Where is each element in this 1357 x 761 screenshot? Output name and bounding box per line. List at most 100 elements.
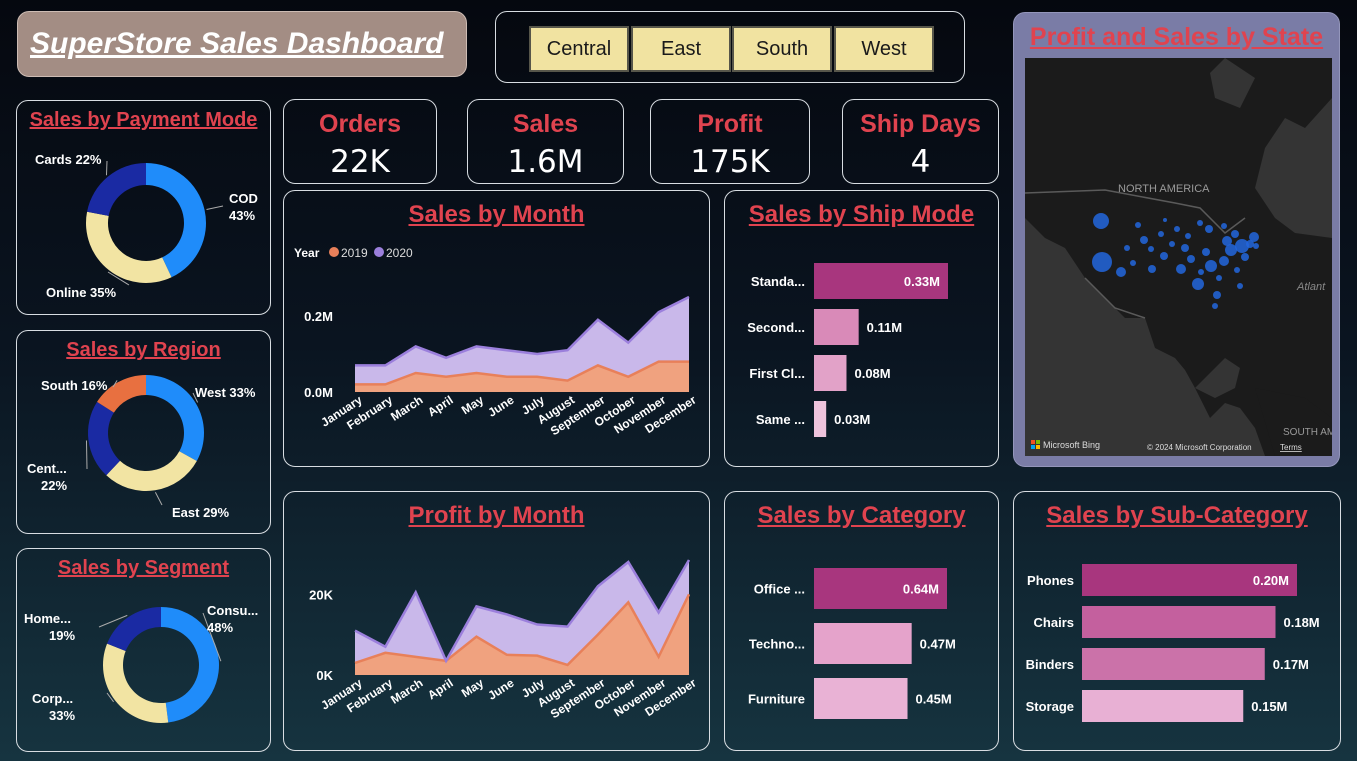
state-bubble[interactable] (1192, 278, 1204, 290)
state-bubble[interactable] (1221, 223, 1227, 229)
subcategory-panel[interactable]: Sales by Sub-Category Phones 0.20M Chairs 0… (1013, 491, 1341, 751)
state-bubble[interactable] (1169, 241, 1175, 247)
x-tick-label: May (459, 393, 486, 418)
x-tick-label: June (485, 393, 516, 420)
slicer-east-button[interactable]: East (631, 26, 731, 72)
sales-by-month-panel[interactable]: Sales by Month 0.0M 0.2M January February Ma… (283, 190, 710, 467)
state-bubble[interactable] (1176, 264, 1186, 274)
region-donut-chart[interactable]: West 33% East 29% Cent... 22% South 16% (17, 331, 272, 535)
state-bubble[interactable] (1231, 230, 1239, 238)
state-bubble[interactable] (1253, 243, 1259, 249)
legend-marker (329, 247, 339, 257)
legend-label[interactable]: 2020 (386, 246, 413, 260)
segment-panel[interactable]: Sales by Segment Consu... 48% Corp... 33% Ho… (16, 548, 271, 752)
state-bubble[interactable] (1092, 252, 1112, 272)
bar[interactable] (814, 623, 912, 664)
map-label-north-america: NORTH AMERICA (1118, 183, 1210, 195)
bar-category-label: First Cl... (749, 366, 805, 381)
state-bubble[interactable] (1148, 265, 1156, 273)
state-bubble[interactable] (1213, 291, 1221, 299)
state-bubble[interactable] (1135, 222, 1141, 228)
y-tick-label: 20K (309, 587, 333, 602)
state-bubble[interactable] (1212, 303, 1218, 309)
donut-label: Online 35% (46, 285, 117, 300)
bing-logo-icon-part (1036, 445, 1040, 449)
state-bubble[interactable] (1202, 248, 1210, 256)
donut-slice-online[interactable] (86, 211, 172, 283)
donut-label: Cent... (27, 461, 67, 476)
payment-mode-panel[interactable]: Sales by Payment Mode COD 43% Online 35% Ca… (16, 100, 271, 315)
state-bubble[interactable] (1216, 275, 1222, 281)
kpi-shipdays-label: Ship Days (860, 110, 981, 138)
donut-slice-east[interactable] (106, 451, 197, 491)
bar-value-label: 0.47M (920, 637, 956, 652)
segment-donut-chart[interactable]: Consu... 48% Corp... 33% Home... 19% (17, 549, 272, 753)
state-bubble[interactable] (1163, 218, 1167, 222)
state-bubble[interactable] (1198, 269, 1204, 275)
map-brand: Microsoft Bing (1043, 440, 1100, 450)
sales-by-month-chart[interactable]: 0.0M0.2MJanuaryFebruaryMarch April May June… (284, 191, 711, 468)
donut-slice-central[interactable] (87, 401, 120, 476)
bar[interactable] (1082, 606, 1276, 638)
donut-label: Consu... (207, 603, 258, 618)
donut-slice-corporate[interactable] (103, 643, 169, 723)
bar[interactable] (814, 678, 908, 719)
leader-line (105, 160, 108, 176)
donut-label: South 16% (41, 378, 108, 393)
state-bubble[interactable] (1160, 252, 1168, 260)
profit-by-month-chart[interactable]: 0K20KJanuaryFebruaryMarch April May June Jul… (284, 492, 711, 752)
bar[interactable] (1082, 648, 1265, 680)
state-bubble[interactable] (1219, 256, 1229, 266)
state-bubble[interactable] (1205, 260, 1217, 272)
state-bubble[interactable] (1093, 213, 1109, 229)
region-panel[interactable]: Sales by Region West 33% East 29% Cent... 2… (16, 330, 271, 534)
subcategory-chart[interactable]: Phones 0.20M Chairs 0.18M Binders 0.17M Storag… (1014, 492, 1342, 752)
state-bubble[interactable] (1187, 255, 1195, 263)
state-bubble[interactable] (1205, 225, 1213, 233)
slicer-central-button[interactable]: Central (529, 26, 629, 72)
slicer-west-button[interactable]: West (834, 26, 934, 72)
kpi-sales-label: Sales (512, 110, 579, 138)
state-bubble[interactable] (1174, 226, 1180, 232)
map-copyright: © 2024 Microsoft Corporation (1147, 443, 1252, 452)
state-bubble[interactable] (1237, 283, 1243, 289)
payment-donut-chart[interactable]: COD 43% Online 35% Cards 22% (17, 101, 272, 316)
category-chart[interactable]: Office ... 0.64M Techno... 0.47M Furniture 0.… (725, 492, 1000, 752)
bar[interactable] (814, 401, 827, 437)
state-bubble[interactable] (1140, 236, 1148, 244)
state-bubble[interactable] (1116, 267, 1126, 277)
bar-value-label: 0.17M (1273, 657, 1309, 672)
kpi-orders-label: Orders (319, 110, 401, 138)
state-bubble[interactable] (1148, 246, 1154, 252)
bar[interactable] (814, 309, 859, 345)
kpi-profit-value: 175K (690, 144, 770, 180)
y-tick-label: 0.2M (304, 309, 333, 324)
x-tick-label: April (425, 393, 456, 420)
state-bubble[interactable] (1158, 231, 1164, 237)
donut-slice-cards[interactable] (87, 163, 146, 216)
state-bubble[interactable] (1181, 244, 1189, 252)
bar[interactable] (1082, 690, 1244, 722)
state-bubble[interactable] (1185, 233, 1191, 239)
ship-mode-chart[interactable]: Standa... 0.33M Second... 0.11M First Cl... 0… (725, 191, 1000, 468)
donut-label: Cards 22% (35, 152, 102, 167)
category-panel[interactable]: Sales by Category Office ... 0.64M Techno.… (724, 491, 999, 751)
donut-slice-home-office[interactable] (107, 607, 161, 652)
profit-by-month-panel[interactable]: Profit by Month 0K 20K January February Marc… (283, 491, 710, 751)
state-bubble[interactable] (1197, 220, 1203, 226)
state-bubble[interactable] (1249, 232, 1259, 242)
map-terms-link[interactable]: Terms (1280, 443, 1302, 452)
state-bubble[interactable] (1124, 245, 1130, 251)
donut-label-value: 33% (49, 708, 75, 723)
state-bubble[interactable] (1234, 267, 1240, 273)
kpi-orders-card: Orders 22K (283, 99, 437, 184)
state-bubble[interactable] (1130, 260, 1136, 266)
map-svg: NORTH AMERICA Atlant SOUTH AME Microsoft… (1025, 58, 1332, 456)
map-canvas[interactable]: NORTH AMERICA Atlant SOUTH AME Microsoft… (1025, 58, 1332, 456)
state-bubble[interactable] (1241, 253, 1249, 261)
bar[interactable] (814, 355, 847, 391)
legend-label[interactable]: 2019 (341, 246, 368, 260)
ship-mode-panel[interactable]: Sales by Ship Mode Standa... 0.33M Second.… (724, 190, 999, 467)
slicer-south-button[interactable]: South (732, 26, 832, 72)
map-panel[interactable]: Profit and Sales by State NORTH AMERICA … (1013, 12, 1340, 467)
